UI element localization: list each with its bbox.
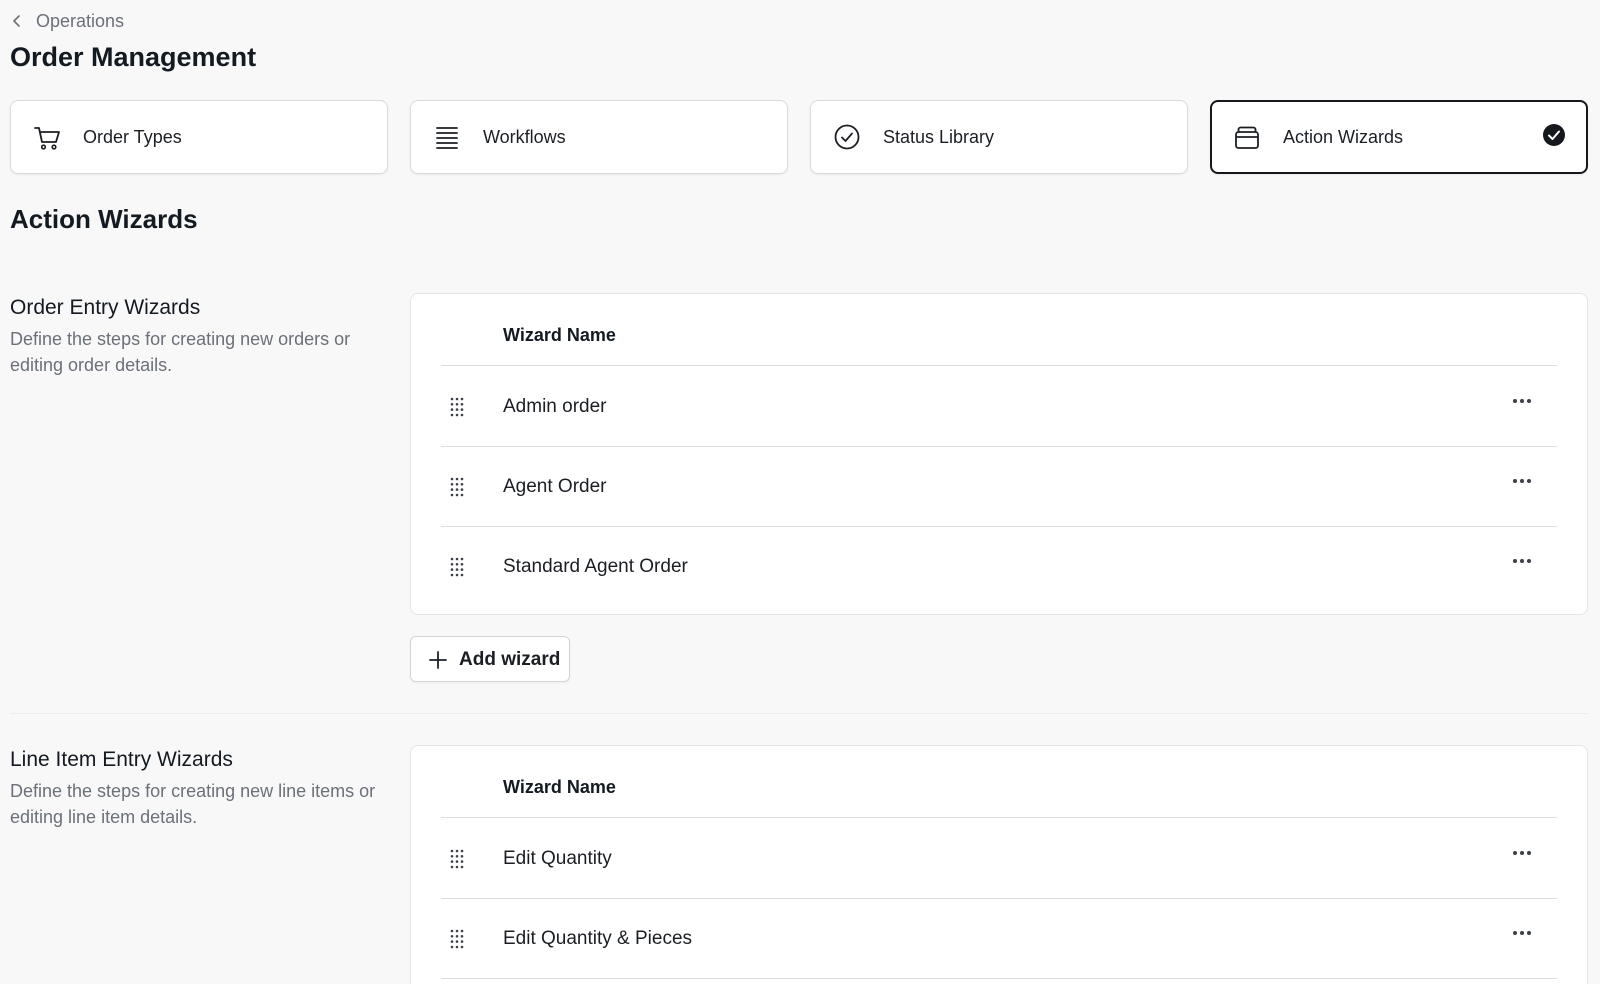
wizard-name: Admin order (503, 396, 607, 417)
chevron-left-icon (13, 15, 20, 27)
plus-icon (429, 651, 447, 669)
drag-handle-icon[interactable] (449, 929, 465, 949)
more-options-icon[interactable] (1507, 391, 1537, 411)
tab-label: Status Library (883, 127, 995, 147)
table-row[interactable]: Agent Order (441, 447, 1557, 527)
drag-handle-icon[interactable] (449, 477, 465, 497)
stack-card-icon (1232, 122, 1262, 152)
wizard-name: Edit Quantity & Pieces (503, 928, 693, 949)
tab-bar: Order Types Workflows Status Library Act… (10, 100, 1588, 174)
group-description: Define the steps for creating new line i… (10, 781, 376, 827)
tab-label: Order Types (83, 127, 182, 147)
list-lines-icon (432, 122, 462, 152)
more-options-icon[interactable] (1507, 551, 1537, 571)
tab-order-types[interactable]: Order Types (10, 100, 388, 174)
group-title: Order Entry Wizards (10, 296, 201, 319)
table-header: Wizard Name (441, 294, 1557, 366)
breadcrumb-back[interactable]: Operations (10, 10, 124, 32)
drag-handle-icon[interactable] (449, 397, 465, 417)
more-options-icon[interactable] (1507, 471, 1537, 491)
selected-check-icon (1543, 124, 1565, 146)
drag-handle-icon[interactable] (449, 849, 465, 869)
tab-workflows[interactable]: Workflows (410, 100, 788, 174)
table-row[interactable]: Standard Agent Order (441, 527, 1557, 607)
wizard-name: Agent Order (503, 476, 607, 497)
page-title: Order Management (10, 42, 257, 72)
add-wizard-label: Add wizard (459, 649, 561, 670)
section-title: Action Wizards (10, 204, 198, 234)
table-row[interactable]: Admin order (441, 367, 1557, 447)
tab-label: Workflows (483, 127, 566, 147)
cart-icon (32, 122, 62, 152)
line-item-entry-wizards-table: Wizard Name Edit Quantity Edit Quantity … (410, 745, 1588, 984)
group-description: Define the steps for creating new orders… (10, 329, 351, 375)
column-header-wizard-name: Wizard Name (503, 777, 616, 797)
order-entry-group-info: Order Entry Wizards Define the steps for… (10, 294, 390, 378)
tab-status-library[interactable]: Status Library (810, 100, 1188, 174)
wizard-name: Standard Agent Order (503, 556, 688, 577)
tab-action-wizards[interactable]: Action Wizards (1210, 100, 1588, 174)
add-wizard-button[interactable]: Add wizard (410, 636, 570, 682)
order-entry-wizards-table: Wizard Name Admin order Agent Order Stan… (410, 293, 1588, 615)
drag-handle-icon[interactable] (449, 557, 465, 577)
table-header: Wizard Name (441, 746, 1557, 818)
more-options-icon[interactable] (1507, 843, 1537, 863)
column-header-wizard-name: Wizard Name (503, 325, 616, 345)
breadcrumb-label: Operations (36, 10, 125, 31)
table-row[interactable]: Edit Quantity & Pieces (441, 899, 1557, 979)
group-title: Line Item Entry Wizards (10, 748, 233, 771)
table-row[interactable]: Edit Quantity (441, 819, 1557, 899)
tab-label: Action Wizards (1283, 127, 1404, 147)
line-item-group-info: Line Item Entry Wizards Define the steps… (10, 746, 390, 830)
check-circle-icon (832, 122, 862, 152)
section-divider (10, 713, 1588, 714)
wizard-name: Edit Quantity (503, 848, 612, 869)
more-options-icon[interactable] (1507, 923, 1537, 943)
